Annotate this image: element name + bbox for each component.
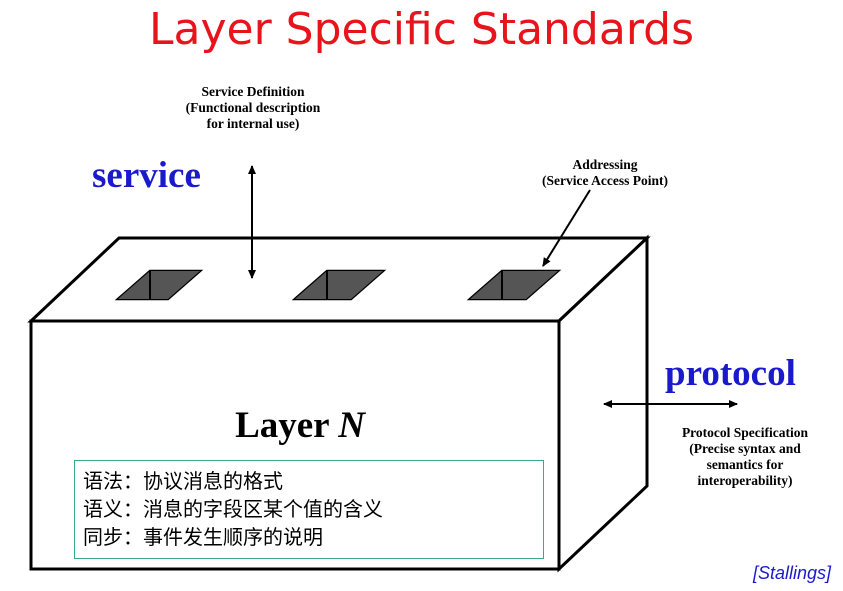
layer-word: Layer <box>235 405 329 446</box>
citation: [Stallings] <box>752 563 831 583</box>
protocol-spec-line2: (Precise syntax and <box>689 441 801 456</box>
notes-box: 语法：协议消息的格式 语义：消息的字段区某个值的含义 同步：事件发生顺序的说明 <box>74 460 544 559</box>
service-definition-line1: Service Definition <box>201 84 305 99</box>
addressing-label: Addressing (Service Access Point) <box>515 157 695 189</box>
layer-n-label: Layer N <box>200 404 400 447</box>
addressing-line2: (Service Access Point) <box>542 173 668 188</box>
protocol-spec-label: Protocol Specification (Precise syntax a… <box>657 425 833 489</box>
protocol-spec-line4: interoperability) <box>697 473 793 488</box>
layer-n: N <box>338 405 365 446</box>
protocol-label: protocol <box>665 353 796 394</box>
service-definition-line2: (Functional description <box>185 100 321 115</box>
note-timing: 同步：事件发生顺序的说明 <box>83 525 323 549</box>
service-label: service <box>92 155 201 196</box>
note-syntax: 语法：协议消息的格式 <box>83 469 283 493</box>
addressing-line1: Addressing <box>572 157 638 172</box>
service-definition-label: Service Definition (Functional descripti… <box>160 84 346 132</box>
service-definition-line3: for internal use) <box>206 116 300 131</box>
protocol-spec-line1: Protocol Specification <box>681 425 809 440</box>
protocol-spec-line3: semantics for <box>706 457 784 472</box>
note-semantics: 语义：消息的字段区某个值的含义 <box>83 497 383 521</box>
